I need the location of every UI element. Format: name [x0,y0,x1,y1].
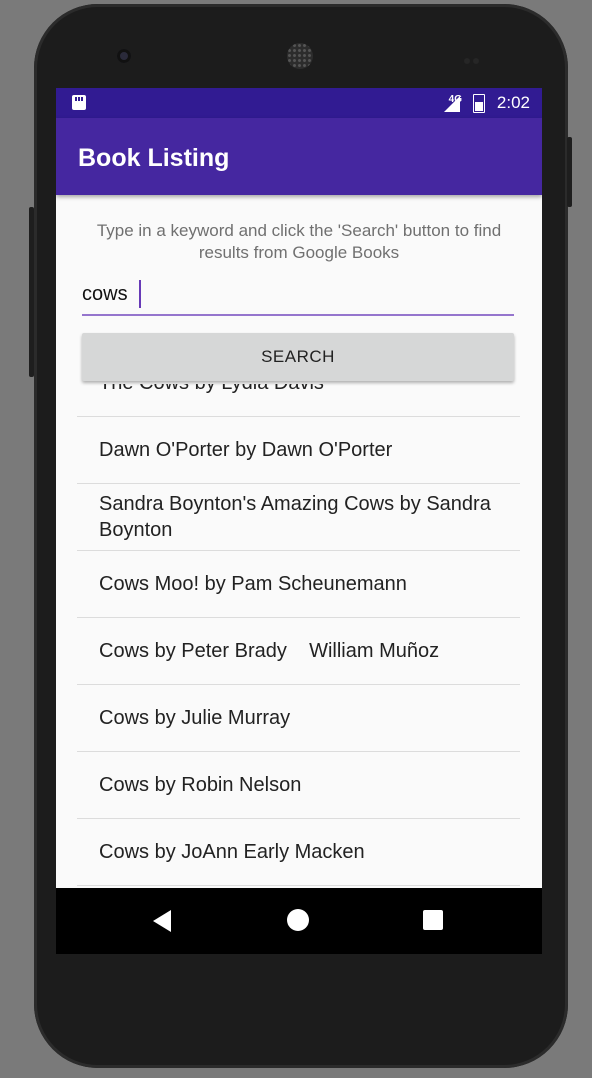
results-list[interactable]: The Cows by Lydia Davis Dawn O'Porter by… [77,384,520,954]
navigation-bar [56,888,542,954]
list-item[interactable]: Sandra Boynton's Amazing Cows by Sandra … [77,484,520,551]
signal-icon [444,96,460,112]
status-time: 2:02 [496,93,530,112]
home-icon[interactable] [287,909,309,931]
search-input[interactable] [82,278,514,310]
front-camera [117,49,131,63]
battery-icon [473,94,485,113]
list-item[interactable]: Cows by Peter Brady William Muñoz [77,618,520,685]
app-bar: Book Listing [56,118,542,195]
search-field[interactable] [82,278,514,316]
book-title: The Cows by Lydia Davis [99,384,500,396]
sd-card-icon [72,95,86,110]
search-hint: Type in a keyword and click the 'Search'… [96,221,502,262]
book-title: Dawn O'Porter by Dawn O'Porter [99,439,393,461]
book-title: Cows Moo! by Pam Scheunemann [99,573,407,595]
book-title: Sandra Boynton's Amazing Cows by Sandra … [99,493,491,541]
app-title: Book Listing [78,144,230,172]
volume-button [29,207,34,377]
screen: 4G 2:02 Book Listing Type in a keyword a… [56,88,542,954]
book-title: Cows by JoAnn Early Macken [99,841,365,863]
recents-icon[interactable] [423,910,443,930]
proximity-sensor [464,51,484,64]
list-item[interactable]: Cows Moo! by Pam Scheunemann [77,551,520,618]
status-bar: 4G 2:02 [56,88,542,118]
search-button[interactable]: SEARCH [82,333,514,381]
earpiece-speaker [287,43,313,69]
list-item[interactable]: Dawn O'Porter by Dawn O'Porter [77,417,520,484]
list-item[interactable]: Cows by Julie Murray [77,685,520,752]
book-title: Cows by Peter Brady William Muñoz [99,640,440,662]
text-cursor [139,280,141,308]
back-icon[interactable] [153,910,171,932]
list-item[interactable]: The Cows by Lydia Davis [77,384,520,417]
power-button [567,137,572,207]
book-title: Cows by Julie Murray [99,707,291,729]
list-item[interactable]: Cows by Robin Nelson [77,752,520,819]
book-title: Cows by Robin Nelson [99,774,302,796]
list-item[interactable]: Cows by JoAnn Early Macken [77,819,520,886]
